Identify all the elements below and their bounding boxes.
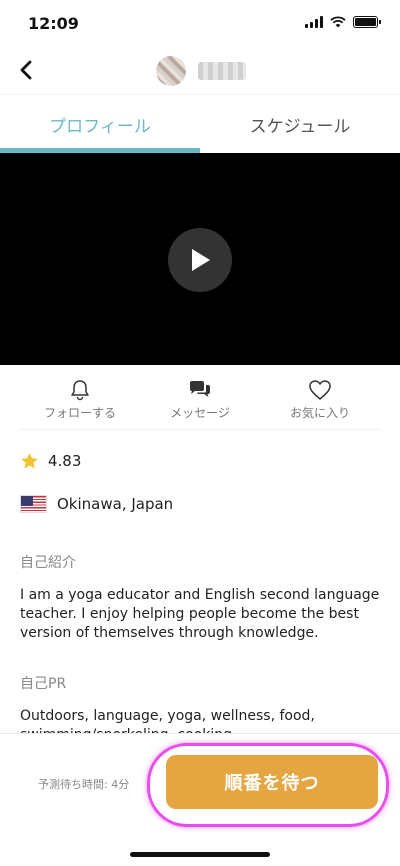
message-label: メッセージ: [170, 406, 230, 420]
play-button[interactable]: [168, 228, 232, 292]
avatar: [156, 56, 186, 86]
tab-profile[interactable]: プロフィール: [0, 95, 200, 153]
signal-icon: [305, 16, 323, 28]
pr-heading: 自己PR: [20, 676, 67, 692]
tab-bar: プロフィール スケジュール: [0, 94, 400, 153]
status-bar: 12:09: [0, 0, 400, 46]
home-indicator: [130, 852, 270, 857]
star-icon: [21, 452, 38, 469]
follow-label: フォローする: [43, 406, 116, 420]
blurred-user-name: [198, 62, 246, 80]
wifi-icon: [330, 16, 346, 28]
tab-schedule[interactable]: スケジュール: [200, 95, 400, 153]
play-icon: [192, 249, 210, 271]
rating-value: 4.83: [48, 452, 82, 470]
favorite-label: お気に入り: [289, 406, 350, 420]
action-bar: フォローする メッセージ お気に入り: [20, 372, 380, 430]
status-time: 12:09: [28, 14, 79, 33]
location-row: Okinawa, Japan: [20, 495, 173, 513]
location-text: Okinawa, Japan: [57, 495, 174, 513]
video-player[interactable]: [0, 153, 400, 365]
message-button[interactable]: メッセージ: [140, 372, 260, 429]
bottom-bar: 予測待ち時間: 4分 順番を待つ: [0, 733, 400, 866]
favorite-button[interactable]: お気に入り: [260, 372, 380, 429]
chevron-left-icon: [20, 60, 32, 80]
wait-in-queue-button[interactable]: 順番を待つ: [166, 755, 378, 809]
status-icons: [305, 16, 381, 28]
chat-bubbles-icon: [190, 381, 210, 397]
rating-row: 4.83: [20, 452, 81, 470]
nav-bar: [0, 46, 400, 94]
bell-icon: [71, 380, 89, 401]
heart-icon: [309, 380, 331, 400]
back-button[interactable]: [8, 52, 44, 88]
intro-heading: 自己紹介: [20, 555, 76, 571]
follow-button[interactable]: フォローする: [20, 372, 140, 429]
us-flag-icon: [20, 495, 47, 513]
estimated-wait-label: 予測待ち時間: 4分: [38, 778, 130, 791]
battery-icon: [353, 16, 381, 28]
intro-text: I am a yoga educator and English second …: [20, 587, 380, 641]
